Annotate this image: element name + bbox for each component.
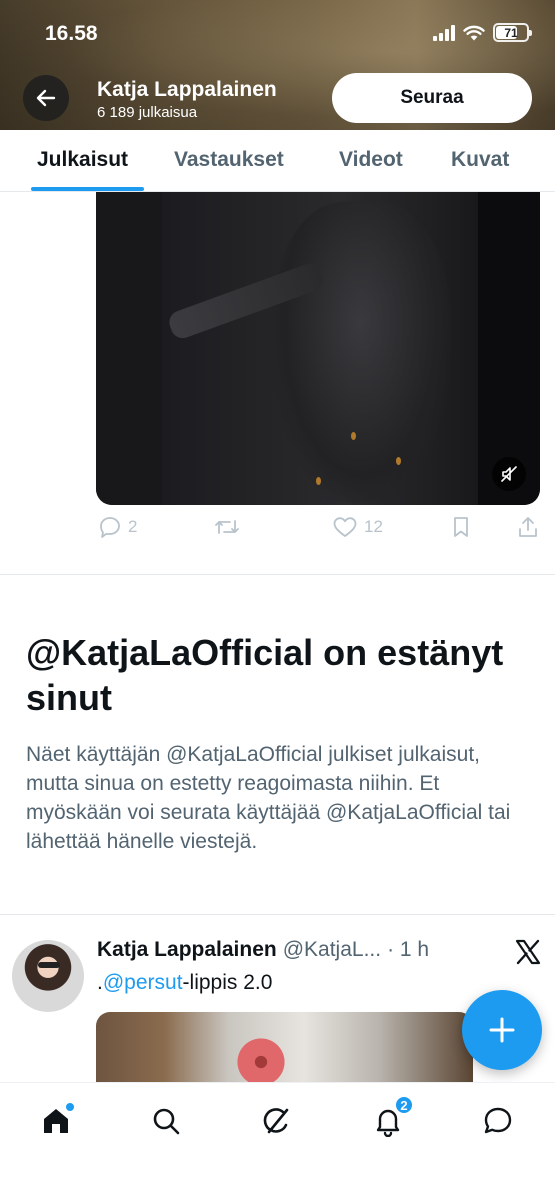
messages-icon bbox=[484, 1107, 512, 1134]
avatar[interactable] bbox=[12, 940, 84, 1012]
blocked-description: Näet käyttäjän @KatjaLaOfficial julkiset… bbox=[26, 743, 511, 853]
tweet-author-name[interactable]: Katja Lappalainen bbox=[97, 938, 277, 962]
mention-link[interactable]: @persut bbox=[103, 971, 183, 994]
post-action-bar: 2 12 bbox=[96, 515, 546, 549]
video-figure bbox=[271, 202, 451, 502]
section-divider bbox=[0, 574, 555, 575]
section-divider bbox=[0, 914, 555, 915]
share-button[interactable] bbox=[516, 515, 540, 539]
share-icon bbox=[519, 517, 537, 537]
bottom-navigation: 2 bbox=[0, 1082, 555, 1200]
tweet-author-handle[interactable]: @KatjaL... bbox=[283, 938, 381, 962]
tab-julkaisut[interactable]: Julkaisut bbox=[37, 148, 128, 172]
profile-tabs: Julkaisut Vastaukset Videot Kuvat bbox=[0, 130, 555, 192]
plus-icon bbox=[489, 1017, 515, 1043]
tweet-text-suffix: -lippis 2.0 bbox=[182, 971, 273, 994]
wifi-icon bbox=[463, 25, 485, 40]
battery-level: 71 bbox=[504, 25, 518, 40]
battery-icon: 71 bbox=[493, 23, 532, 42]
arrow-left-icon bbox=[36, 89, 56, 107]
reply-icon bbox=[100, 517, 120, 538]
nav-home[interactable] bbox=[36, 1101, 76, 1141]
back-button[interactable] bbox=[23, 75, 69, 121]
tweet-image[interactable] bbox=[96, 1012, 473, 1082]
blocked-title: @KatjaLaOfficial on estänyt sinut bbox=[26, 632, 504, 718]
tweet-timestamp: · 1 h bbox=[387, 938, 430, 961]
repost-button[interactable] bbox=[213, 515, 247, 539]
grok-icon bbox=[263, 1108, 289, 1134]
bookmark-icon bbox=[454, 517, 468, 537]
heart-icon bbox=[333, 517, 357, 537]
reply-button[interactable]: 2 bbox=[98, 515, 137, 539]
cap-flower-graphic bbox=[231, 1032, 291, 1082]
tab-videot[interactable]: Videot bbox=[339, 148, 403, 172]
repost-icon bbox=[215, 520, 239, 534]
search-icon bbox=[153, 1108, 180, 1135]
nav-search[interactable] bbox=[146, 1101, 186, 1141]
active-tab-indicator bbox=[31, 187, 144, 191]
post-video[interactable] bbox=[96, 192, 540, 505]
compose-button[interactable] bbox=[462, 990, 542, 1070]
nav-notifications[interactable]: 2 bbox=[368, 1095, 414, 1141]
x-logo-icon bbox=[515, 939, 541, 965]
status-time: 16.58 bbox=[45, 22, 98, 45]
follow-button[interactable]: Seuraa bbox=[332, 73, 532, 123]
notification-badge: 2 bbox=[394, 1095, 414, 1115]
post-count: 6 189 julkaisua bbox=[97, 104, 198, 121]
profile-name: Katja Lappalainen bbox=[97, 78, 277, 101]
tweet-text: .@persut-lippis 2.0 bbox=[97, 971, 272, 995]
speaker-muted-icon bbox=[501, 466, 517, 482]
mute-button[interactable] bbox=[492, 457, 526, 491]
home-notification-dot bbox=[66, 1103, 74, 1111]
reply-count: 2 bbox=[128, 517, 138, 536]
like-count: 12 bbox=[364, 517, 383, 536]
nav-grok[interactable] bbox=[257, 1101, 297, 1141]
nav-messages[interactable] bbox=[478, 1101, 518, 1141]
status-icons: 71 bbox=[433, 23, 532, 42]
like-button[interactable]: 12 bbox=[332, 515, 383, 539]
tab-vastaukset[interactable]: Vastaukset bbox=[174, 148, 284, 172]
profile-header: 16.58 71 Katja Lappalainen 6 189 julkais… bbox=[0, 0, 555, 130]
tab-kuvat[interactable]: Kuvat bbox=[451, 148, 509, 172]
bookmark-button[interactable] bbox=[450, 515, 472, 539]
tweet-header: Katja Lappalainen @KatjaL... · 1 h bbox=[97, 938, 507, 962]
cellular-signal-icon bbox=[433, 24, 455, 41]
